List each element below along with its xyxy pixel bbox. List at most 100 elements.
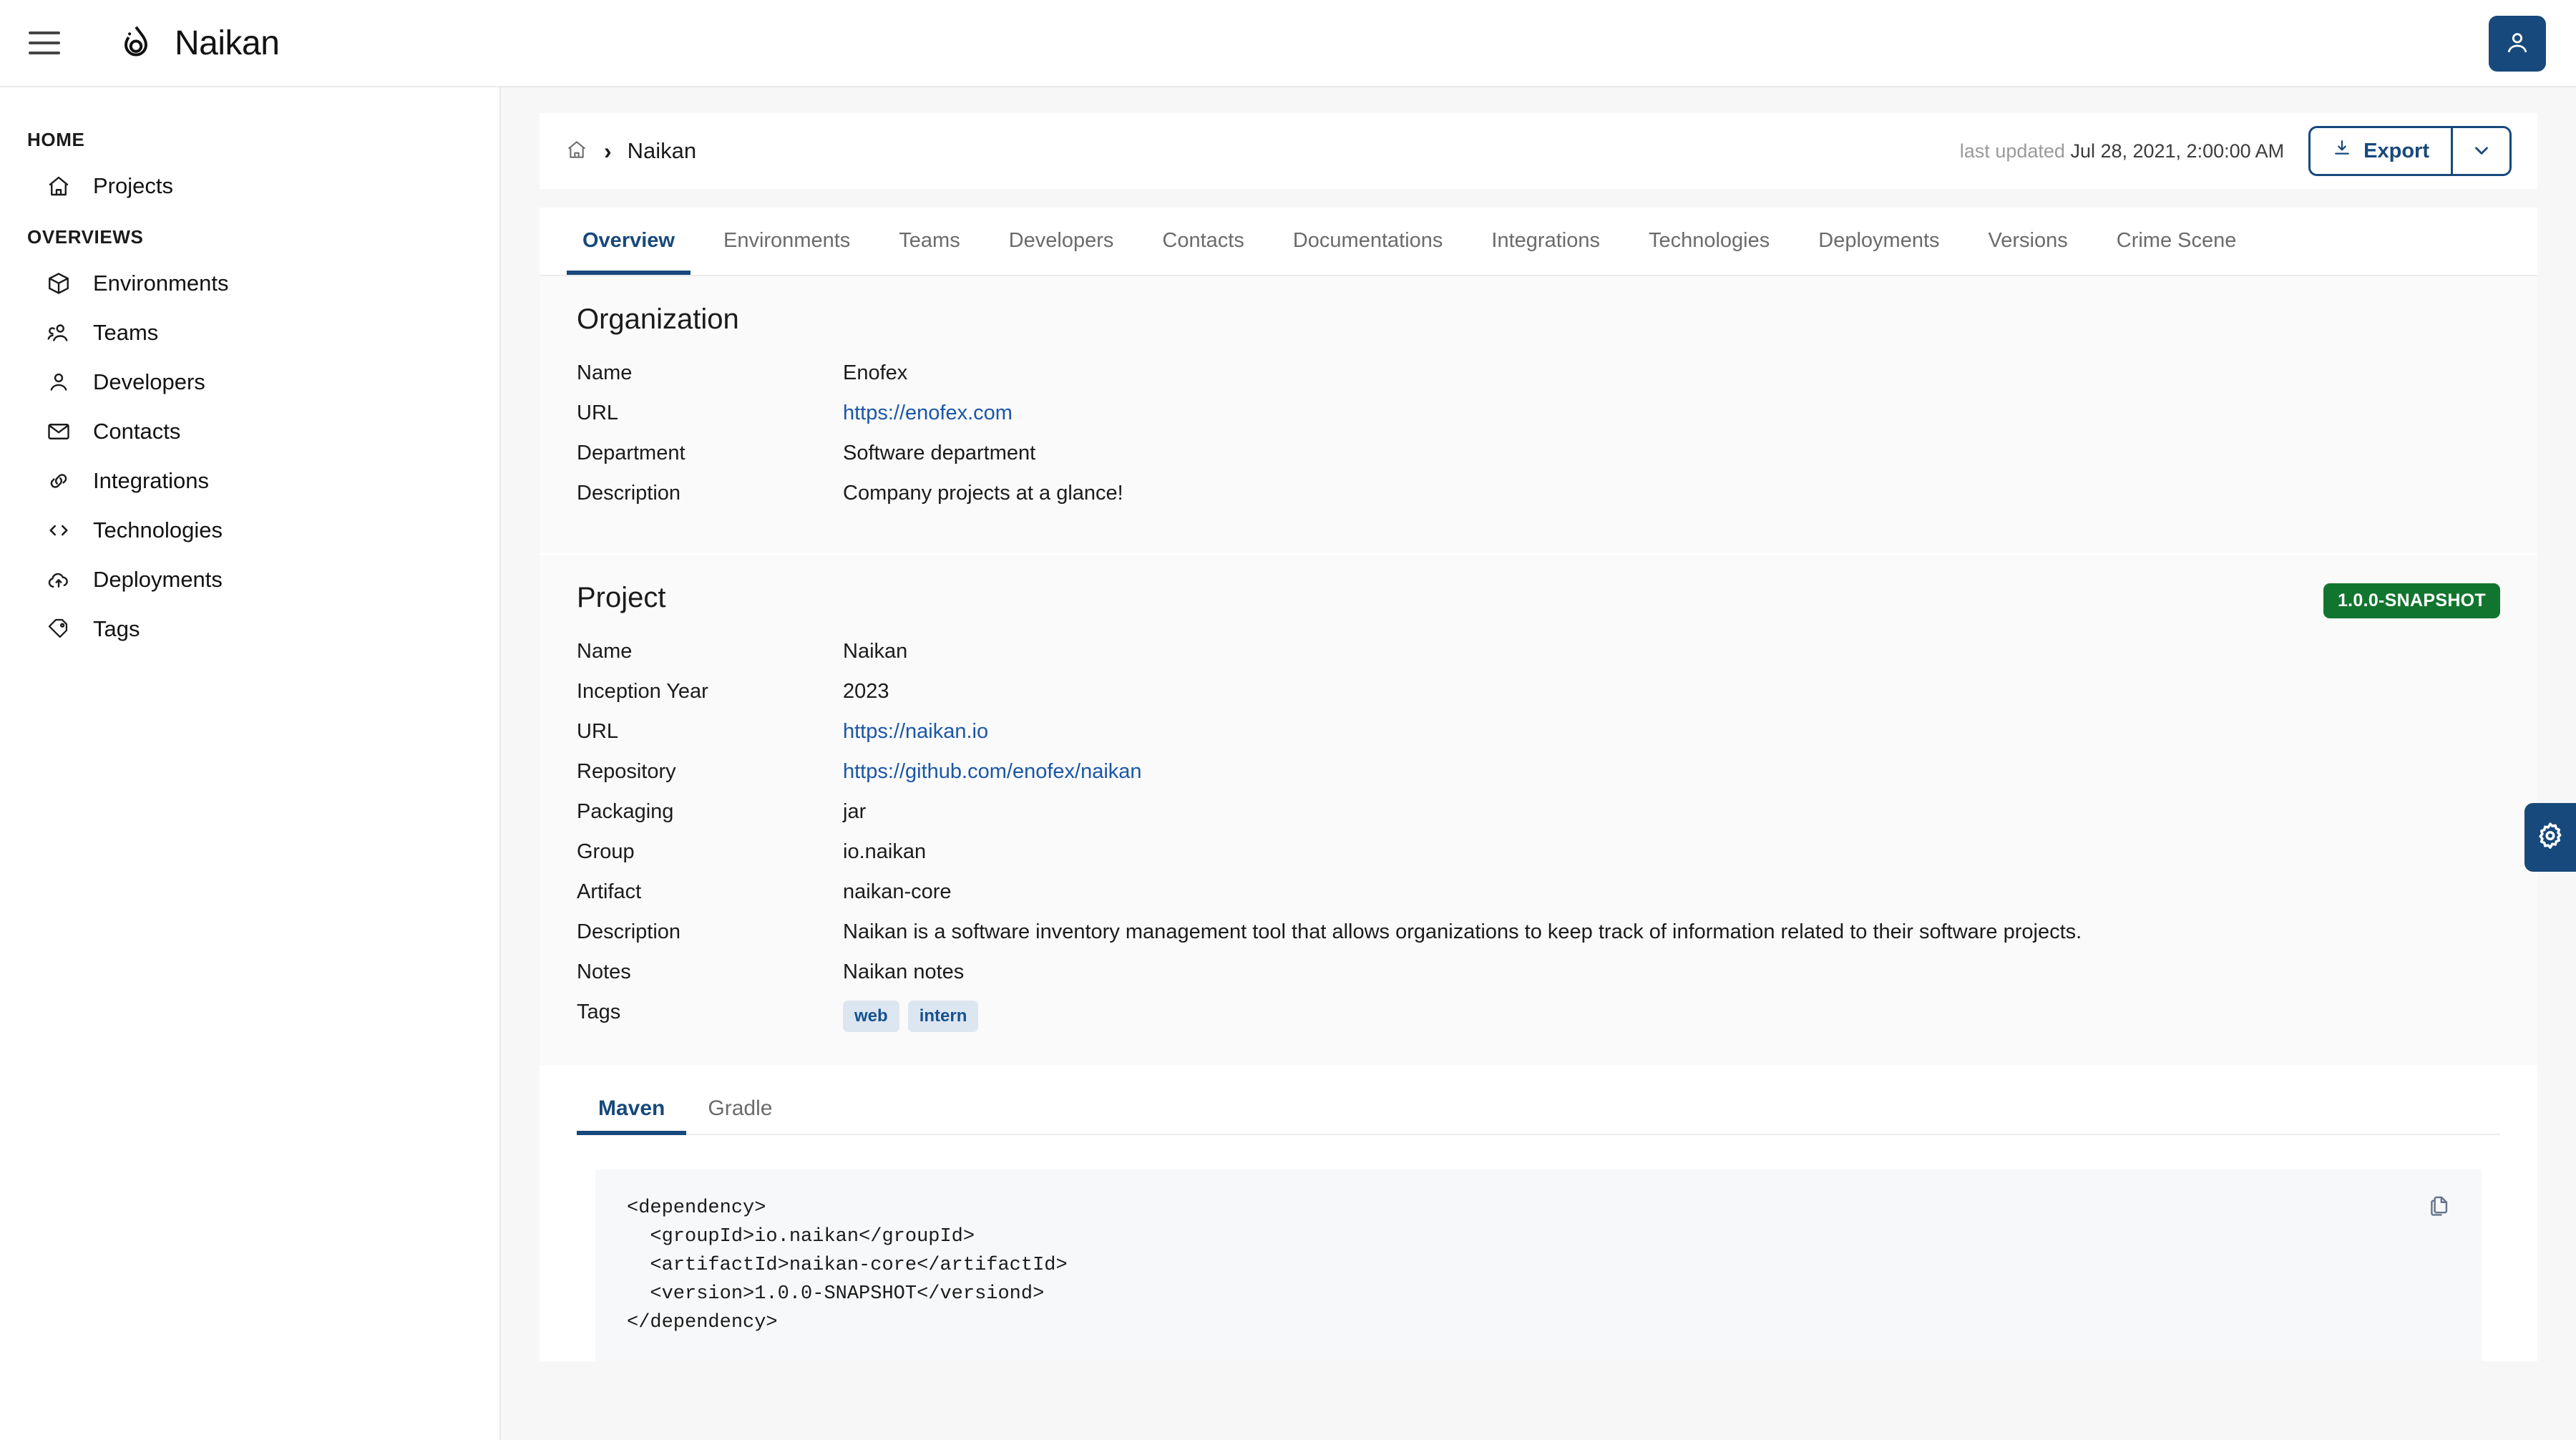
tab-overview[interactable]: Overview [558, 206, 699, 275]
export-dropdown-button[interactable] [2453, 126, 2512, 176]
export-button[interactable]: Export [2308, 126, 2453, 176]
top-app-bar: Naikan [0, 0, 2576, 87]
project-row-tags: Tags web intern [577, 1001, 2500, 1041]
sidebar-item-tags[interactable]: Tags [0, 604, 499, 653]
project-row-url: URL https://naikan.io [577, 720, 2500, 760]
field-label: Description [577, 482, 681, 505]
field-value: Enofex [843, 361, 908, 384]
tab-deployments[interactable]: Deployments [1794, 206, 1963, 275]
dependency-snippet: <dependency> <groupId>io.naikan</groupId… [627, 1197, 1068, 1333]
project-url-link[interactable]: https://naikan.io [843, 720, 988, 743]
copy-icon[interactable] [2427, 1194, 2451, 1222]
project-row-name: Name Naikan [577, 640, 2500, 680]
user-account-icon [2503, 29, 2532, 59]
project-row-inception-year: Inception Year 2023 [577, 680, 2500, 720]
sidebar-item-label: Integrations [93, 467, 209, 493]
last-updated-label: last updated [1959, 140, 2065, 162]
organization-row-name: Name Enofex [577, 361, 2500, 402]
sidebar-item-label: Teams [93, 319, 159, 345]
organization-row-description: Description Company projects at a glance… [577, 482, 2500, 522]
cube-icon [44, 269, 73, 298]
tab-environments[interactable]: Environments [699, 206, 874, 275]
project-row-notes: Notes Naikan notes [577, 960, 2500, 1001]
sidebar-item-teams[interactable]: Teams [0, 308, 499, 357]
sidebar-heading-overviews: OVERVIEWS [27, 226, 144, 248]
field-label: Tags [577, 1001, 621, 1023]
last-updated: last updated Jul 28, 2021, 2:00:00 AM [1960, 140, 2284, 162]
tag-chip[interactable]: intern [907, 1001, 979, 1032]
sidebar-heading-home: HOME [27, 129, 85, 150]
overview-panel: Organization Name Enofex URL https://eno… [540, 276, 2537, 1361]
code-brackets-icon [44, 516, 73, 545]
organization-url-link[interactable]: https://enofex.com [843, 402, 1013, 424]
project-card: Project 1.0.0-SNAPSHOT Name Naikan Incep… [540, 555, 2537, 1065]
field-label: Packaging [577, 800, 674, 823]
tab-versions[interactable]: Versions [1964, 206, 2092, 275]
project-repository-link[interactable]: https://github.com/enofex/naikan [843, 760, 1142, 783]
people-icon [44, 318, 73, 347]
organization-row-department: Department Software department [577, 442, 2500, 482]
breadcrumb-separator-icon: › [604, 137, 612, 164]
field-value: jar [843, 800, 867, 823]
tab-teams[interactable]: Teams [874, 206, 984, 275]
sidebar-item-label: Technologies [93, 517, 223, 543]
tab-technologies[interactable]: Technologies [1624, 206, 1794, 275]
breadcrumb-current: Naikan [627, 138, 697, 163]
tag-chip-list: web intern [843, 1001, 979, 1032]
app-title: Naikan [175, 24, 280, 62]
tab-crime-scene[interactable]: Crime Scene [2092, 206, 2261, 275]
build-tab-maven[interactable]: Maven [577, 1084, 687, 1135]
home-icon[interactable] [565, 138, 588, 165]
project-row-artifact: Artifact naikan-core [577, 880, 2500, 920]
download-icon [2332, 138, 2352, 164]
field-label: Department [577, 442, 686, 464]
project-row-repository: Repository https://github.com/enofex/nai… [577, 760, 2500, 800]
sidebar-item-projects[interactable]: Projects [0, 161, 499, 210]
cloud-upload-icon [44, 565, 73, 594]
envelope-icon [44, 417, 73, 446]
field-value: Naikan notes [843, 960, 965, 983]
hamburger-menu-icon[interactable] [29, 24, 67, 62]
tab-developers[interactable]: Developers [985, 206, 1138, 275]
sidebar-item-environments[interactable]: Environments [0, 258, 499, 308]
field-value: Naikan [843, 640, 908, 663]
chevron-down-icon [2471, 140, 2492, 163]
field-label: URL [577, 402, 619, 424]
sidebar-item-label: Environments [93, 270, 229, 296]
user-account-button[interactable] [2489, 16, 2546, 72]
sidebar-item-label: Projects [93, 172, 173, 198]
field-label: Repository [577, 760, 676, 783]
main-content: › Naikan last updated Jul 28, 2021, 2:00… [501, 87, 2576, 1440]
version-badge: 1.0.0-SNAPSHOT [2323, 583, 2500, 618]
tab-contacts[interactable]: Contacts [1138, 206, 1268, 275]
sidebar-item-developers[interactable]: Developers [0, 357, 499, 407]
sidebar-item-contacts[interactable]: Contacts [0, 407, 499, 456]
settings-flyout-button[interactable] [2524, 803, 2576, 872]
sidebar-item-integrations[interactable]: Integrations [0, 456, 499, 505]
build-tab-gradle[interactable]: Gradle [686, 1084, 794, 1134]
organization-row-url: URL https://enofex.com [577, 402, 2500, 442]
project-row-description: Description Naikan is a software invento… [577, 920, 2500, 960]
field-label: Notes [577, 960, 631, 983]
tag-chip[interactable]: web [843, 1001, 899, 1032]
sidebar-item-technologies[interactable]: Technologies [0, 505, 499, 555]
field-value: Software department [843, 442, 1036, 464]
tab-integrations[interactable]: Integrations [1467, 206, 1624, 275]
brand: Naikan [116, 23, 280, 63]
export-button-label: Export [2363, 139, 2429, 162]
tag-icon [44, 615, 73, 643]
tab-documentations[interactable]: Documentations [1269, 206, 1468, 275]
project-title: Project [577, 582, 666, 613]
organization-card: Organization Name Enofex URL https://eno… [540, 276, 2537, 553]
field-label: URL [577, 720, 619, 743]
link-icon [44, 467, 73, 495]
field-value: naikan-core [843, 880, 952, 903]
field-label: Inception Year [577, 680, 708, 703]
sidebar-item-label: Deployments [93, 566, 223, 592]
organization-title: Organization [577, 303, 739, 335]
person-icon [44, 368, 73, 397]
sidebar-item-deployments[interactable]: Deployments [0, 555, 499, 604]
export-button-group: Export [2308, 126, 2512, 176]
sidebar-nav: HOME Projects OVERVIEWS Environments Tea… [0, 87, 501, 1440]
sidebar-item-label: Tags [93, 616, 140, 641]
